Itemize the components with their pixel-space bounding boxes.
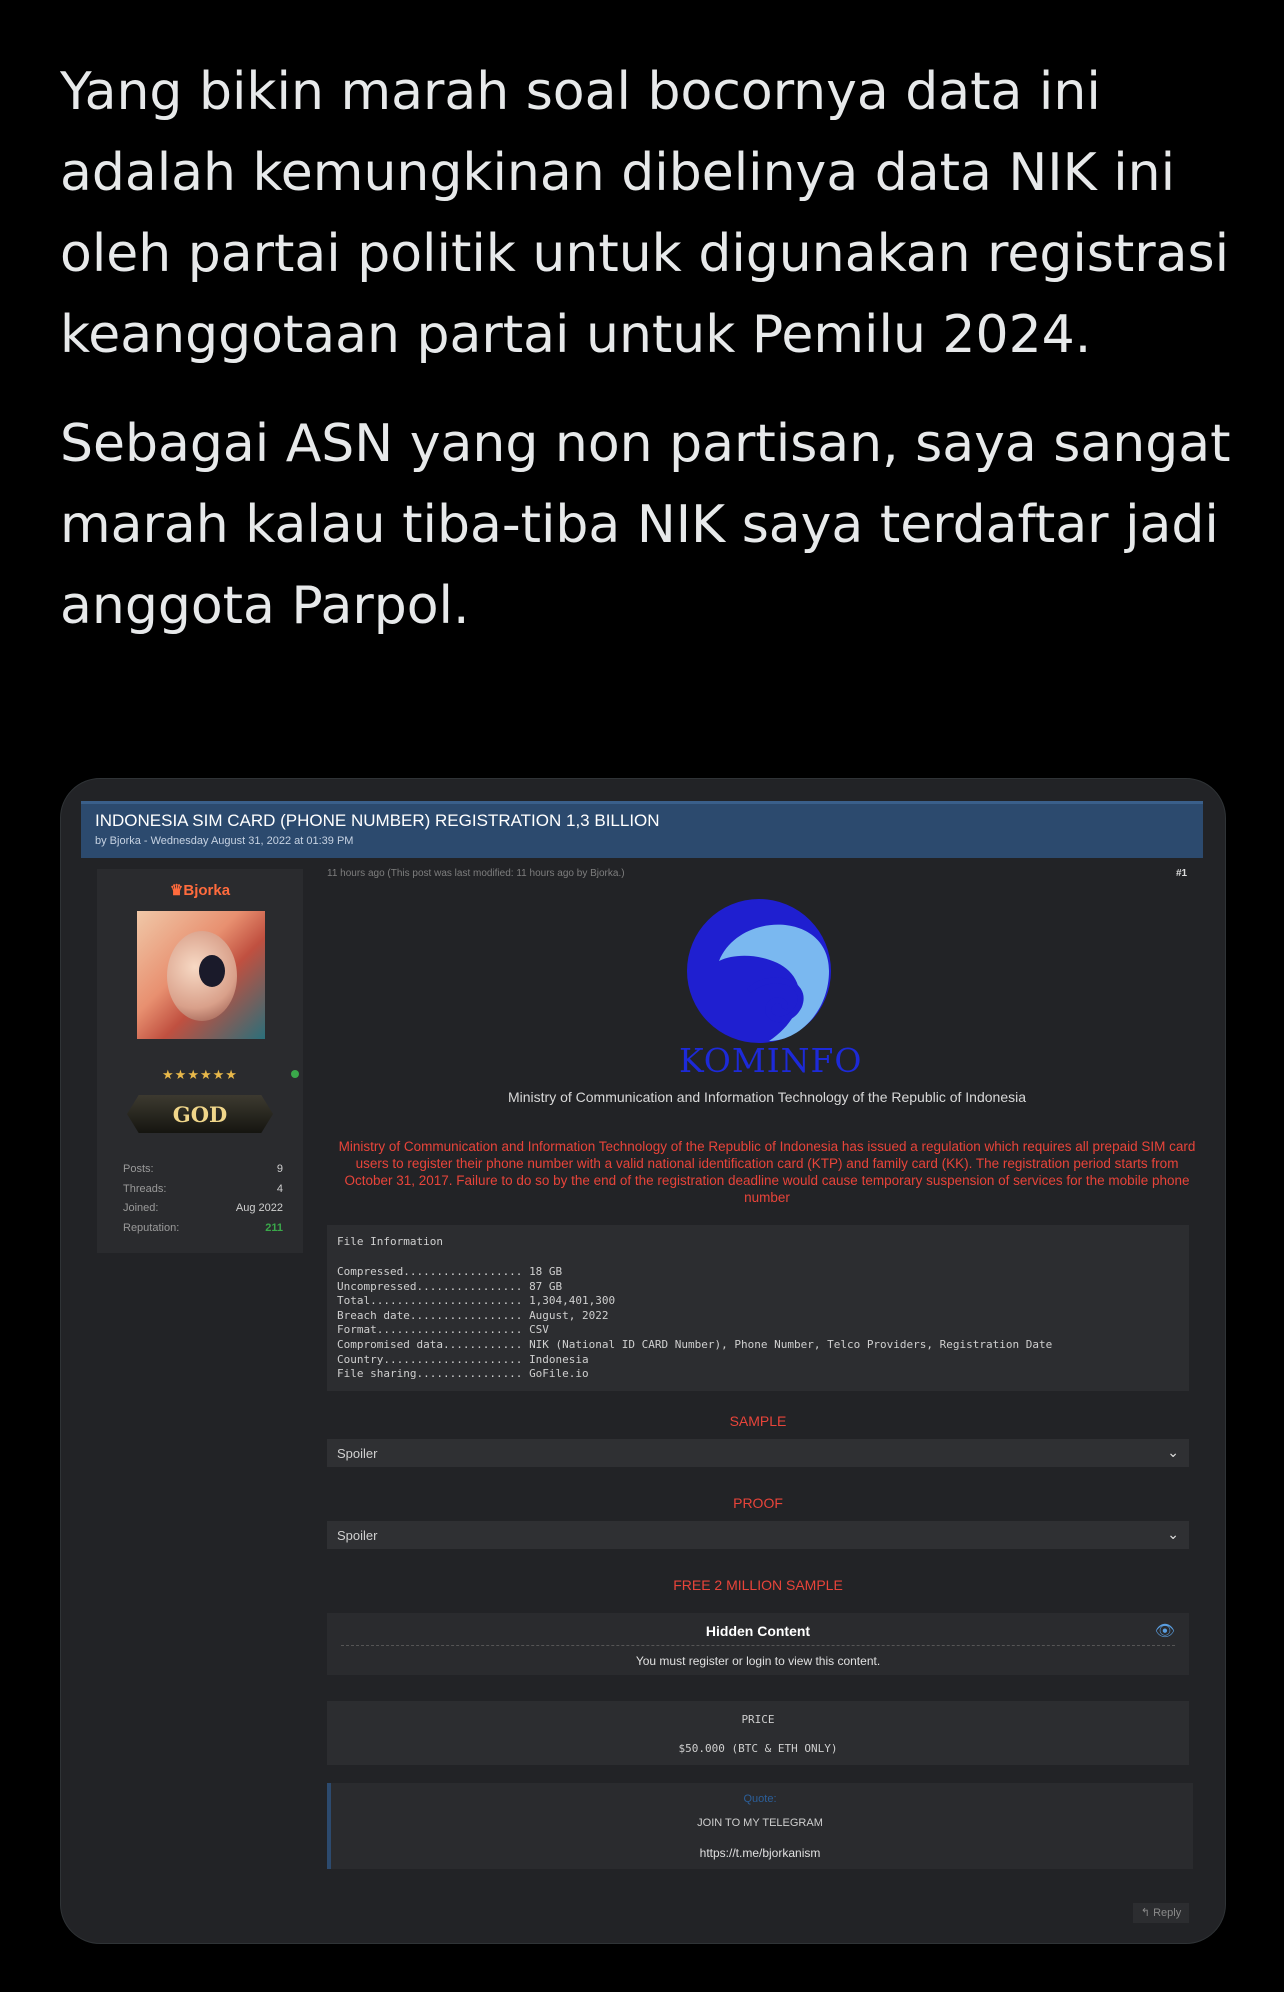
hidden-content-box: Hidden Content 👁 You must register or lo…: [327, 1613, 1189, 1675]
file-info-row: Compressed.................. 18 GB: [337, 1265, 563, 1278]
reply-label: Reply: [1153, 1907, 1182, 1919]
username-label: Bjorka: [183, 882, 231, 899]
tweet-text: Yang bikin marah soal bocornya data ini …: [60, 52, 1240, 675]
post-number[interactable]: #1: [1176, 868, 1187, 879]
hidden-content-title: Hidden Content: [705, 1623, 811, 1639]
chevron-down-icon: ⌄: [1167, 1444, 1179, 1460]
free-sample-heading: FREE 2 MILLION SAMPLE: [673, 1577, 843, 1593]
hidden-content-message: You must register or login to view this …: [635, 1654, 881, 1668]
kominfo-logo-text: KOMINFO: [679, 1041, 863, 1080]
crown-icon: ♛: [169, 882, 184, 899]
proof-spoiler[interactable]: Spoiler ⌄: [327, 1521, 1189, 1549]
file-info-row: Breach date................. August, 202…: [337, 1308, 609, 1322]
username[interactable]: ♛Bjorka: [97, 881, 303, 899]
spoiler-label: Spoiler: [337, 1528, 378, 1543]
file-info-row: Total....................... 1,304,401,3…: [337, 1294, 616, 1308]
proof-heading: PROOF: [733, 1495, 783, 1511]
file-info-row: Format...................... CSV: [337, 1323, 549, 1337]
divider: [341, 1645, 1175, 1646]
telegram-link[interactable]: https://t.me/bjorkanism: [331, 1846, 1189, 1860]
stat-joined: Joined: Aug 2022: [123, 1202, 283, 1214]
quote-telegram-text: JOIN TO MY TELEGRAM: [697, 1817, 823, 1829]
thread-title: INDONESIA SIM CARD (PHONE NUMBER) REGIST…: [95, 811, 660, 830]
price-label: PRICE: [741, 1713, 775, 1726]
stat-posts: Posts: 9: [123, 1163, 283, 1175]
tweet-paragraph-1: Yang bikin marah soal bocornya data ini …: [60, 62, 1230, 365]
online-status-icon: [291, 1070, 299, 1078]
post-meta: 11 hours ago (This post was last modifie…: [327, 868, 625, 879]
tweet-paragraph-2: Sebagai ASN yang non partisan, saya sang…: [60, 414, 1231, 636]
sample-spoiler[interactable]: Spoiler ⌄: [327, 1439, 1189, 1467]
kominfo-logo-icon: [687, 899, 831, 1043]
rank-label: GOD: [172, 1102, 228, 1127]
spoiler-label: Spoiler: [337, 1446, 378, 1461]
avatar-eye: [199, 955, 225, 987]
thread-header: INDONESIA SIM CARD (PHONE NUMBER) REGIST…: [81, 801, 1203, 858]
reply-button[interactable]: ↰ Reply: [1133, 1903, 1189, 1923]
file-info-row: Uncompressed................ 87 GB: [337, 1279, 563, 1293]
rank-badge: GOD: [127, 1095, 273, 1133]
price-box: PRICE $50.000 (BTC & ETH ONLY): [327, 1701, 1189, 1765]
thread-byline: by Bjorka - Wednesday August 31, 2022 at…: [95, 835, 354, 847]
rating-stars: ★★★★★★: [162, 1067, 238, 1082]
avatar[interactable]: [137, 911, 265, 1039]
ministry-caption: Ministry of Communication and Informatio…: [507, 1089, 1027, 1105]
stat-threads: Threads: 4: [123, 1182, 283, 1195]
file-info-row: File sharing................ GoFile.io: [337, 1367, 589, 1381]
attached-screenshot[interactable]: INDONESIA SIM CARD (PHONE NUMBER) REGIST…: [60, 778, 1226, 1944]
file-info-row: Compromised data............ NIK (Nation…: [337, 1337, 1053, 1351]
file-information-box: File Information Compressed.............…: [327, 1225, 1189, 1391]
quote-label: Quote:: [743, 1793, 777, 1805]
user-sidebar: ♛Bjorka ★★★★★★ GOD Posts: 9 Threads: 4 Joi…: [97, 869, 303, 1253]
quote-box: Quote: JOIN TO MY TELEGRAM https://t.me/…: [327, 1783, 1193, 1869]
price-value: $50.000 (BTC & ETH ONLY): [678, 1742, 838, 1755]
reply-icon: ↰: [1140, 1907, 1151, 1919]
eye-icon[interactable]: 👁: [1155, 1621, 1175, 1641]
regulation-notice: Ministry of Communication and Informatio…: [338, 1139, 1196, 1205]
file-info-rows: Compressed.................. 18 GB Uncomp…: [337, 1265, 1052, 1382]
file-info-row: Country..................... Indonesia: [337, 1352, 589, 1366]
user-stats: Posts: 9 Threads: 4 Joined: Aug 2022 Reputa…: [123, 1163, 283, 1241]
stat-reputation: Reputation: 211: [123, 1221, 283, 1234]
sample-heading: SAMPLE: [729, 1413, 787, 1429]
chevron-down-icon: ⌄: [1167, 1526, 1179, 1542]
file-info-header: File Information: [337, 1235, 443, 1248]
